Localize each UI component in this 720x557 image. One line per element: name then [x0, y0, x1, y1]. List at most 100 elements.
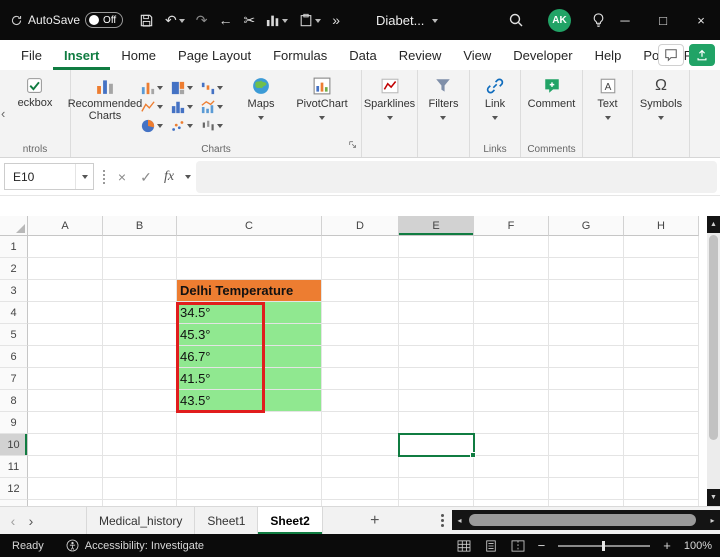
cell-B5[interactable]: [103, 324, 177, 346]
pivotchart-button[interactable]: PivotChart: [291, 76, 353, 141]
cell-G2[interactable]: [549, 258, 624, 280]
maximize-button[interactable]: □: [644, 0, 682, 40]
cell-A10[interactable]: [28, 434, 103, 456]
cell-B1[interactable]: [103, 236, 177, 258]
tab-view[interactable]: View: [452, 40, 502, 70]
cell-E9[interactable]: [399, 412, 474, 434]
scroll-up-icon[interactable]: ▲: [707, 216, 720, 233]
page-layout-view-icon[interactable]: [484, 540, 498, 552]
cell-F12[interactable]: [474, 478, 549, 500]
cell-D5[interactable]: [322, 324, 399, 346]
cell-F5[interactable]: [474, 324, 549, 346]
cell-B12[interactable]: [103, 478, 177, 500]
cell-C11[interactable]: [177, 456, 322, 478]
back-button[interactable]: ←: [219, 13, 233, 27]
horizontal-scrollbar[interactable]: ◂ ▸: [452, 510, 720, 530]
row-header-9[interactable]: 9: [0, 412, 28, 434]
chart-line-button[interactable]: [141, 97, 171, 116]
scroll-down-icon[interactable]: ▼: [707, 489, 720, 506]
tab-formulas[interactable]: Formulas: [262, 40, 338, 70]
cell-C1[interactable]: [177, 236, 322, 258]
cell-H1[interactable]: [624, 236, 699, 258]
tab-developer[interactable]: Developer: [502, 40, 583, 70]
cell-B9[interactable]: [103, 412, 177, 434]
column-header-G[interactable]: G: [549, 216, 624, 236]
name-box[interactable]: E10: [4, 163, 94, 190]
cell-E2[interactable]: [399, 258, 474, 280]
sheet-more-button[interactable]: [441, 519, 444, 522]
highlight-rectangle[interactable]: [176, 302, 265, 413]
tab-insert[interactable]: Insert: [53, 40, 110, 70]
column-header-F[interactable]: F: [474, 216, 549, 236]
cell-D3[interactable]: [322, 280, 399, 302]
cell-E5[interactable]: [399, 324, 474, 346]
sheet-nav-left-icon[interactable]: ‹: [4, 513, 22, 529]
cell-A3[interactable]: [28, 280, 103, 302]
cell-A1[interactable]: [28, 236, 103, 258]
vertical-scroll-track[interactable]: [707, 233, 720, 489]
cell-G3[interactable]: [549, 280, 624, 302]
autosave-toggle[interactable]: AutoSave Off: [10, 12, 123, 28]
column-header-E[interactable]: E: [399, 216, 474, 236]
cell-E3[interactable]: [399, 280, 474, 302]
cell-D9[interactable]: [322, 412, 399, 434]
cell-D6[interactable]: [322, 346, 399, 368]
cell-C12[interactable]: [177, 478, 322, 500]
cell-D1[interactable]: [322, 236, 399, 258]
chart-combo-button[interactable]: [201, 97, 231, 116]
cell-G6[interactable]: [549, 346, 624, 368]
undo-button[interactable]: ↶: [165, 13, 185, 27]
fill-handle[interactable]: [470, 452, 476, 458]
save-button[interactable]: [139, 13, 154, 28]
row-header-7[interactable]: 7: [0, 368, 28, 390]
zoom-slider-thumb[interactable]: [602, 541, 605, 551]
select-all-corner[interactable]: [0, 216, 28, 236]
cell-B6[interactable]: [103, 346, 177, 368]
minimize-button[interactable]: ─: [606, 0, 644, 40]
vertical-scroll-thumb[interactable]: [709, 235, 718, 440]
cell-H3[interactable]: [624, 280, 699, 302]
symbols-button[interactable]: Ω Symbols: [640, 76, 682, 141]
sheet-nav-right-icon[interactable]: ›: [22, 513, 40, 529]
normal-view-icon[interactable]: [457, 540, 471, 552]
cell-E7[interactable]: [399, 368, 474, 390]
redo-button[interactable]: ↷: [196, 13, 208, 27]
cell-G4[interactable]: [549, 302, 624, 324]
name-box-dropdown[interactable]: [75, 164, 93, 189]
cell-G8[interactable]: [549, 390, 624, 412]
cut-button[interactable]: ✂: [244, 13, 256, 27]
scroll-right-icon[interactable]: ▸: [705, 516, 720, 525]
vertical-scrollbar[interactable]: ▲ ▼: [707, 216, 720, 506]
cell-C10[interactable]: [177, 434, 322, 456]
tab-home[interactable]: Home: [110, 40, 167, 70]
paste-button[interactable]: [299, 13, 321, 27]
cell-E6[interactable]: [399, 346, 474, 368]
row-header-2[interactable]: 2: [0, 258, 28, 280]
search-button[interactable]: [508, 12, 524, 28]
cell-A7[interactable]: [28, 368, 103, 390]
cancel-button[interactable]: ×: [112, 167, 132, 187]
chart-stock-button[interactable]: [201, 116, 231, 135]
tab-file[interactable]: File: [10, 40, 53, 70]
cell-H12[interactable]: [624, 478, 699, 500]
comments-button[interactable]: [658, 44, 684, 66]
cell-A2[interactable]: [28, 258, 103, 280]
cell-H8[interactable]: [624, 390, 699, 412]
cell-H4[interactable]: [624, 302, 699, 324]
document-title-button[interactable]: Diabet...: [376, 0, 438, 40]
cell-A9[interactable]: [28, 412, 103, 434]
whats-new-button[interactable]: [591, 12, 606, 28]
row-header-12[interactable]: 12: [0, 478, 28, 500]
cell-B3[interactable]: [103, 280, 177, 302]
cell-H9[interactable]: [624, 412, 699, 434]
zoom-slider[interactable]: [558, 545, 650, 547]
cell-F2[interactable]: [474, 258, 549, 280]
new-comment-button[interactable]: Comment: [528, 76, 576, 141]
cell-E11[interactable]: [399, 456, 474, 478]
cell-F1[interactable]: [474, 236, 549, 258]
cell-G9[interactable]: [549, 412, 624, 434]
chart-statistic-button[interactable]: [171, 97, 201, 116]
cell-B4[interactable]: [103, 302, 177, 324]
cell-H10[interactable]: [624, 434, 699, 456]
cell-F11[interactable]: [474, 456, 549, 478]
